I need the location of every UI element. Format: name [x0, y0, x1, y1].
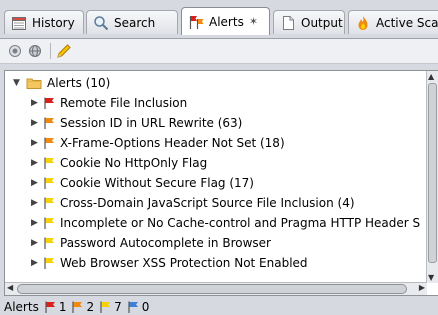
- history-icon: [12, 16, 26, 30]
- tree-root-label: Alerts (10): [47, 76, 111, 90]
- tree-item[interactable]: ▶ Cross-Domain JavaScript Source File In…: [31, 193, 355, 213]
- flame-icon: [358, 15, 368, 30]
- tree-item[interactable]: ▶ Cookie No HttpOnly Flag: [31, 153, 207, 173]
- scroll-up-arrow-icon[interactable]: ▲: [428, 72, 434, 81]
- search-icon: [94, 15, 109, 30]
- folder-icon: [26, 78, 42, 89]
- tab-bar: History Search Alerts ✶ Output Active Sc…: [0, 0, 438, 38]
- expand-toggle-icon[interactable]: ▶: [31, 198, 41, 208]
- tree-item-label: Remote File Inclusion: [60, 96, 188, 110]
- expand-toggle-icon[interactable]: ▶: [31, 118, 41, 128]
- tree-item-label: Cookie Without Secure Flag (17): [60, 176, 254, 190]
- medium-risk-flag-icon: [72, 301, 83, 313]
- tab-output-label: Output: [301, 15, 343, 30]
- tree-item-label: X-Frame-Options Header Not Set (18): [60, 136, 285, 150]
- horizontal-scrollbar[interactable]: ◀ ▶: [5, 282, 427, 295]
- tree-item[interactable]: ▶ Incomplete or No Cache-control and Pra…: [31, 213, 420, 233]
- alerts-tree: ▼ Alerts (10) ▶ Remote File Inclusion ▶ …: [5, 71, 427, 283]
- low-risk-flag-icon: [44, 217, 54, 229]
- collapse-toggle-icon[interactable]: ▼: [13, 78, 23, 88]
- expand-toggle-icon[interactable]: ▶: [31, 238, 41, 248]
- high-risk-flag-icon: [44, 97, 54, 109]
- medium-alert-count-value: 2: [86, 299, 95, 314]
- globe-icon: [29, 45, 41, 57]
- scroll-left-arrow-icon[interactable]: ◀: [7, 283, 13, 292]
- edit-alert-button[interactable]: [55, 42, 73, 60]
- tree-item-label: Web Browser XSS Protection Not Enabled: [60, 256, 308, 270]
- tab-active-scan[interactable]: Active Sca: [348, 10, 438, 34]
- expand-toggle-icon[interactable]: ▶: [31, 158, 41, 168]
- pencil-icon: [57, 44, 71, 58]
- alerts-tree-panel: ▼ Alerts (10) ▶ Remote File Inclusion ▶ …: [4, 70, 438, 296]
- tab-search-label: Search: [114, 15, 156, 30]
- pin-icon[interactable]: ✶: [249, 15, 258, 28]
- status-alerts-label: Alerts: [4, 299, 39, 314]
- tree-item-label: Session ID in URL Rewrite (63): [60, 116, 243, 130]
- globe-button[interactable]: [26, 42, 44, 60]
- info-alert-count: 0: [128, 299, 150, 314]
- medium-alert-count: 2: [72, 300, 94, 314]
- tab-search[interactable]: Search: [86, 10, 178, 34]
- alerts-toolbar: [0, 38, 438, 64]
- tree-root-alerts[interactable]: ▼ Alerts (10): [13, 73, 110, 93]
- view-option-button[interactable]: [6, 42, 24, 60]
- alert-flags-icon: [189, 15, 204, 29]
- status-bar: Alerts 1 2 7 0: [0, 298, 438, 315]
- expand-toggle-icon[interactable]: ▶: [31, 138, 41, 148]
- tree-item-label: Password Autocomplete in Browser: [60, 236, 271, 250]
- tab-active-scan-label: Active Sca: [376, 15, 438, 30]
- tree-item[interactable]: ▶ Password Autocomplete in Browser: [31, 233, 271, 253]
- low-alert-count-value: 7: [114, 299, 122, 314]
- low-alert-count: 7: [100, 300, 122, 314]
- high-alert-count-value: 1: [58, 299, 67, 314]
- low-risk-flag-icon: [44, 197, 54, 209]
- output-page-icon: [283, 15, 294, 30]
- expand-toggle-icon[interactable]: ▶: [31, 178, 41, 188]
- medium-risk-flag-icon: [44, 137, 54, 149]
- vertical-scrollbar[interactable]: ▲ ▼: [426, 71, 438, 283]
- tree-item-label: Cookie No HttpOnly Flag: [60, 156, 208, 170]
- high-alert-count: 1: [45, 299, 67, 314]
- high-risk-flag-icon: [45, 301, 55, 313]
- low-risk-flag-icon: [44, 157, 54, 169]
- info-risk-flag-icon: [128, 301, 138, 313]
- low-risk-flag-icon: [44, 237, 54, 249]
- info-alert-count-value: 0: [141, 299, 150, 314]
- tree-item-label: Incomplete or No Cache-control and Pragm…: [60, 216, 421, 230]
- tree-item[interactable]: ▶ X-Frame-Options Header Not Set (18): [31, 133, 285, 153]
- tree-item[interactable]: ▶ Remote File Inclusion: [31, 93, 187, 113]
- tree-item[interactable]: ▶ Cookie Without Secure Flag (17): [31, 173, 254, 193]
- medium-risk-flag-icon: [44, 117, 54, 129]
- tab-output[interactable]: Output: [273, 10, 345, 34]
- expand-toggle-icon[interactable]: ▶: [31, 218, 41, 228]
- scroll-down-arrow-icon[interactable]: ▼: [428, 273, 434, 282]
- vertical-scroll-thumb[interactable]: [428, 83, 437, 263]
- tree-item[interactable]: ▶ Session ID in URL Rewrite (63): [31, 113, 242, 133]
- low-risk-flag-icon: [100, 301, 111, 313]
- scroll-right-arrow-icon[interactable]: ▶: [419, 283, 425, 292]
- tab-alerts-label: Alerts: [209, 14, 244, 29]
- toolbar-divider: [50, 43, 51, 59]
- tab-history[interactable]: History: [4, 10, 84, 34]
- tab-history-label: History: [32, 15, 75, 30]
- tree-item[interactable]: ▶ Web Browser XSS Protection Not Enabled: [31, 253, 308, 273]
- expand-toggle-icon[interactable]: ▶: [31, 258, 41, 268]
- tab-alerts[interactable]: Alerts ✶: [181, 7, 270, 35]
- view-option-icon: [9, 45, 21, 57]
- horizontal-scroll-thumb[interactable]: [17, 284, 407, 294]
- low-risk-flag-icon: [44, 177, 54, 189]
- expand-toggle-icon[interactable]: ▶: [31, 98, 41, 108]
- tree-item-label: Cross-Domain JavaScript Source File Incl…: [60, 196, 355, 210]
- low-risk-flag-icon: [44, 257, 54, 269]
